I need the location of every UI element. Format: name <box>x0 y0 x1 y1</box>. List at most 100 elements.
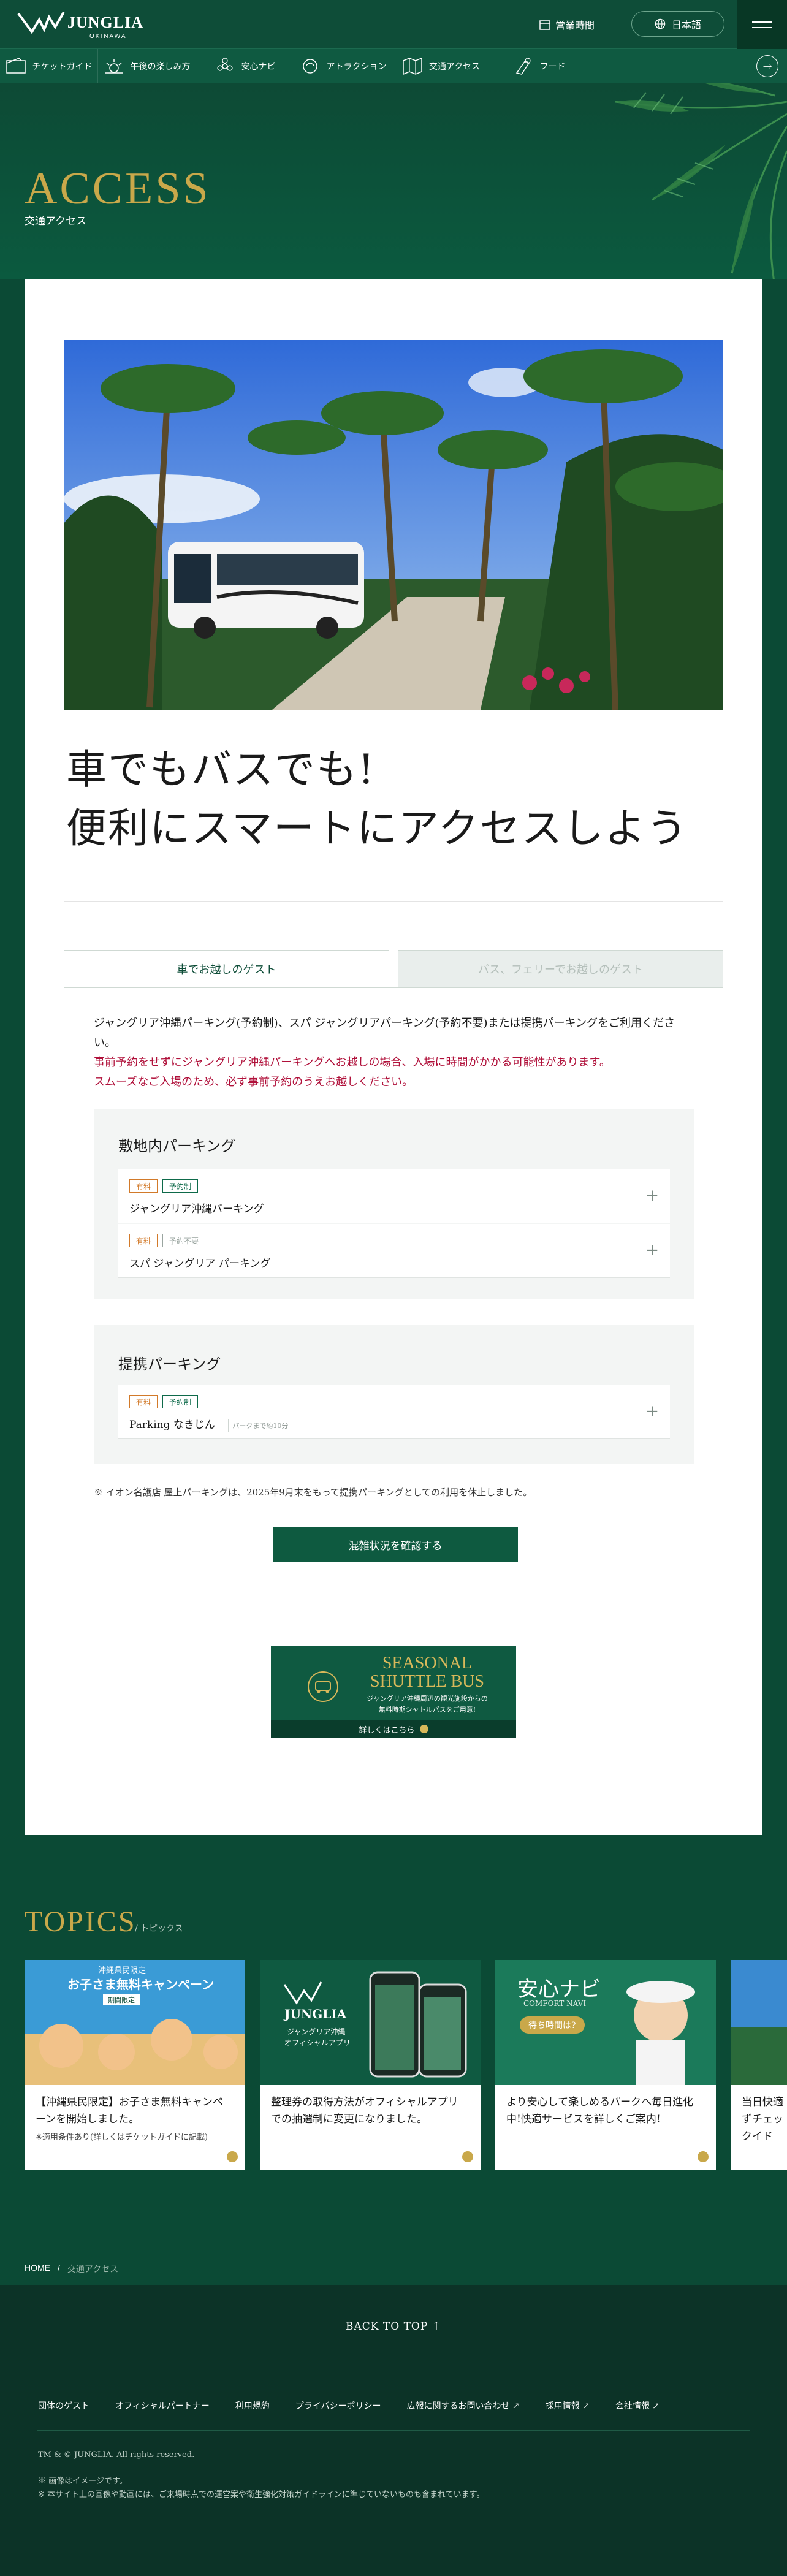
nav-item-attractions[interactable]: アトラクション <box>294 49 392 83</box>
hamburger-line <box>752 21 772 23</box>
topic-text: 当日快適ずチェックイド <box>742 2094 785 2145</box>
language-selector[interactable]: 日本語 <box>631 11 724 37</box>
expand-plus-icon[interactable]: + <box>645 1402 659 1421</box>
parking-name: ジャングリア沖縄パーキング <box>129 1203 264 1215</box>
palm-leaves-image <box>615 83 787 279</box>
paid-badge: 有料 <box>129 1179 158 1193</box>
topic-banner-line-1: 沖縄県民限定 <box>98 1966 146 1975</box>
topic-card[interactable]: 安心ナビ COMFORT NAVI 待ち時間は? より安心して楽しめるパークへ毎… <box>495 1960 716 2170</box>
topic-banner-line-2: お子さま無料キャンペーン <box>67 1977 214 1992</box>
page-title: ACCESS <box>25 164 211 214</box>
car-tab-panel: ジャングリア沖縄パーキング(予約制)、スパ ジャングリアパーキング(予約不要)ま… <box>64 987 723 1594</box>
parking-row-spa[interactable]: 有料 予約不要 スパ ジャングリア パーキング + <box>118 1224 670 1278</box>
check-congestion-button[interactable]: 混雑状況を確認する <box>273 1527 518 1562</box>
footer-link-company[interactable]: 会社情報 ↗ <box>615 2399 660 2412</box>
footer-link-terms[interactable]: 利用規約 <box>235 2399 270 2412</box>
footer-link-careers[interactable]: 採用情報 ↗ <box>546 2399 590 2412</box>
logo-mark-icon <box>17 11 65 34</box>
nav-item-access[interactable]: 交通アクセス <box>392 49 490 83</box>
footer-link-press[interactable]: 広報に関するお問い合わせ ↗ <box>406 2399 519 2412</box>
section-divider <box>64 901 723 902</box>
nav-item-food[interactable]: フード <box>490 49 588 83</box>
shuttle-details-link[interactable]: 詳しくはこちら <box>271 1720 516 1738</box>
opening-hours-button[interactable]: 営業時間 <box>539 13 595 36</box>
category-nav: チケットガイド 午後の楽しみ方 安心ナビ アトラクション 交通アクセス フード … <box>0 49 787 83</box>
footer-link-group[interactable]: 団体のゲスト <box>38 2399 89 2412</box>
nav-label: 安心ナビ <box>241 62 276 72</box>
nav-item-safety-navi[interactable]: 安心ナビ <box>196 49 294 83</box>
nav-label: 交通アクセス <box>428 62 481 72</box>
nav-item-afternoon[interactable]: 午後の楽しみ方 <box>98 49 196 83</box>
globe-icon <box>655 18 666 29</box>
site-footer: BACK TO TOP ↑ 団体のゲスト オフィシャルパートナー 利用規約 プラ… <box>0 2285 787 2576</box>
breadcrumb-current: 交通アクセス <box>67 2264 119 2274</box>
parking-tags: 有料 予約制 <box>129 1395 199 1408</box>
top-header: JUNGLIA OKINAWA 営業時間 日本語 <box>0 0 787 49</box>
back-to-top-button[interactable]: BACK TO TOP ↑ <box>0 2320 787 2333</box>
paid-badge: 有料 <box>129 1234 158 1247</box>
junglia-logo[interactable]: JUNGLIA OKINAWA <box>17 9 152 40</box>
opening-hours-label: 営業時間 <box>555 20 595 31</box>
topics-subtitle: / トピックス <box>135 1924 183 1934</box>
arrow-circle-icon <box>227 2151 238 2162</box>
footer-link-privacy[interactable]: プライバシーポリシー <box>295 2399 381 2412</box>
topic-card[interactable]: 当日快適ずチェックイド <box>731 1960 787 2170</box>
topic-title: より安心して楽しめるパークへ毎日進化中!快適サービスを詳しくご案内! <box>506 2096 694 2126</box>
copyright: TM & © JUNGLIA. All rights reserved. <box>38 2450 195 2460</box>
footer-note-2: ※ 本サイト上の画像や動画には、ご来場時点での運営案や衛生強化対策ガイドラインに… <box>38 2490 485 2499</box>
nav-label: 午後の楽しみ方 <box>130 62 191 72</box>
partner-parking-box: 提携パーキング 有料 予約制 Parking なきじん パークまで約10分 + <box>94 1325 694 1464</box>
logo-subtext: OKINAWA <box>89 33 127 40</box>
footer-divider <box>37 2430 750 2431</box>
bus-palm-road-photo <box>64 340 723 710</box>
headline-line-1: 車でもバスでも! <box>66 746 376 793</box>
arrow-circle-icon <box>698 2151 709 2162</box>
map-icon <box>403 57 422 75</box>
tab-car[interactable]: 車でお越しのゲスト <box>64 950 389 988</box>
language-label: 日本語 <box>671 19 701 31</box>
topic-title: 【沖縄県民限定】お子さま無料キャンペーンを開始しました。 <box>36 2096 223 2126</box>
breadcrumb-home[interactable]: HOME <box>25 2263 50 2275</box>
arrow-circle-icon <box>462 2151 473 2162</box>
hamburger-line <box>752 26 772 28</box>
parking-tags: 有料 予約制 <box>129 1179 199 1193</box>
parking-name: Parking なきじん パークまで約10分 <box>129 1416 293 1432</box>
parking-notice: ※ イオン名護店 屋上パーキングは、2025年9月末をもって提携パーキングとして… <box>94 1487 533 1498</box>
parking-name: スパ ジャングリア パーキング <box>129 1258 271 1270</box>
nav-next-arrow-icon[interactable]: → <box>756 55 778 77</box>
footer-link-partner[interactable]: オフィシャルパートナー <box>115 2399 210 2412</box>
nav-label: アトラクション <box>326 62 387 72</box>
topic-text: 整理券の取得方法がオフィシャルアプリでの抽選制に変更になりました。 <box>271 2094 467 2128</box>
logo-text: JUNGLIA <box>67 13 144 31</box>
calendar-icon <box>539 20 550 30</box>
nav-label: フード <box>539 62 566 72</box>
onsite-parking-title: 敷地内パーキング <box>118 1138 236 1155</box>
parking-row-nakijin[interactable]: 有料 予約制 Parking なきじん パークまで約10分 + <box>118 1385 670 1439</box>
shuttle-title-line-2: SHUTTLE BUS <box>370 1672 484 1691</box>
food-icon <box>515 58 531 75</box>
warning-text-1: 事前予約をせずにジャングリア沖縄パーキングへお越しの場合、入場に時間がかかる可能… <box>94 1056 610 1069</box>
shuttle-description: ジャングリア沖縄周辺の観光施設からの 無料時期シャトルバスをご用意! <box>351 1693 504 1715</box>
topic-banner-line-2: COMFORT NAVI <box>523 1999 587 2008</box>
hamburger-menu-button[interactable] <box>737 0 787 49</box>
page-subtitle: 交通アクセス <box>25 215 87 227</box>
topic-card[interactable]: JUNGLIA ジャングリア沖縄 オフィシャルアプリ 整理券の取得方法がオフィシ… <box>260 1960 481 2170</box>
hero-section: ACCESS 交通アクセス <box>0 83 787 279</box>
footer-notes: ※ 画像はイメージです。 ※ 本サイト上の画像や動画には、ご来場時点での運営案や… <box>38 2475 484 2502</box>
expand-plus-icon[interactable]: + <box>645 1241 659 1260</box>
footer-note-1: ※ 画像はイメージです。 <box>38 2477 127 2486</box>
reservation-badge: 予約制 <box>162 1395 199 1408</box>
access-tabs: 車でお越しのゲスト バス、フェリーでお越しのゲスト <box>64 950 723 988</box>
parking-row-junglia[interactable]: 有料 予約制 ジャングリア沖縄パーキング + <box>118 1169 670 1223</box>
onsite-parking-box: 敷地内パーキング 有料 予約制 ジャングリア沖縄パーキング + 有料 予約不要 … <box>94 1109 694 1299</box>
topic-banner-line-3: 待ち時間は? <box>520 2016 585 2034</box>
topic-card[interactable]: 沖縄県民限定 お子さま無料キャンペーン 期間限定 【沖縄県民限定】お子さま無料キ… <box>25 1960 245 2170</box>
expand-plus-icon[interactable]: + <box>645 1187 659 1205</box>
topic-title: 当日快適ずチェックイド <box>742 2096 783 2143</box>
topic-text: より安心して楽しめるパークへ毎日進化中!快適サービスを詳しくご案内! <box>506 2094 702 2128</box>
nav-item-ticket-guide[interactable]: チケットガイド <box>0 49 98 83</box>
tab-bus-ferry[interactable]: バス、フェリーでお越しのゲスト <box>398 950 723 988</box>
seasonal-shuttle-banner[interactable]: SEASONAL SHUTTLE BUS ジャングリア沖縄周辺の観光施設からの … <box>271 1646 516 1738</box>
shuttle-desc-1: ジャングリア沖縄周辺の観光施設からの <box>367 1695 488 1703</box>
shuttle-bus-icon <box>308 1671 338 1702</box>
